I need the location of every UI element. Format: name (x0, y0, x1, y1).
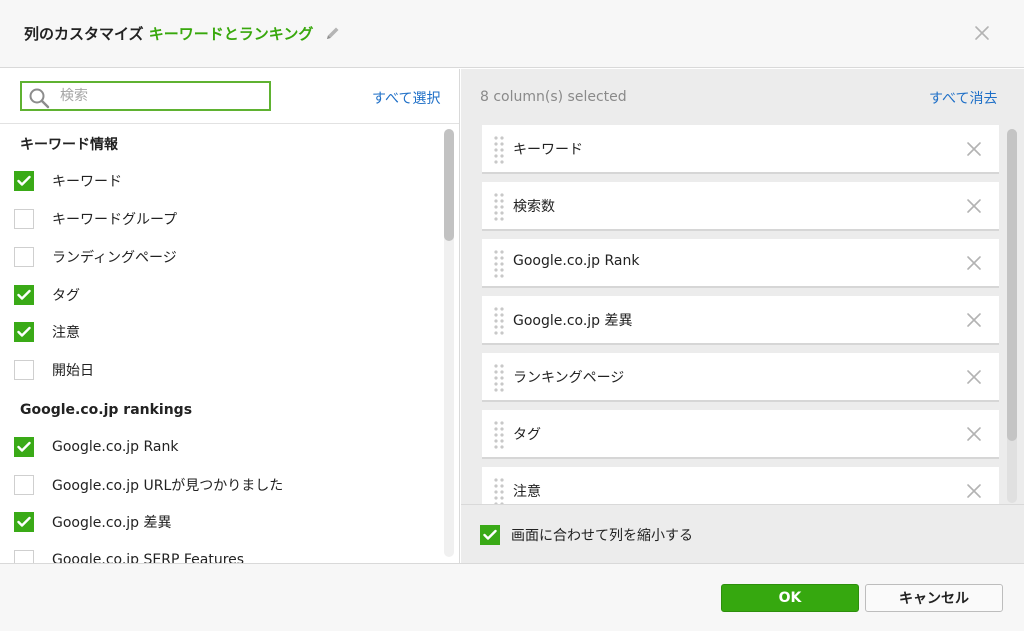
selected-item-note[interactable]: 注意 (482, 467, 999, 504)
remove-icon[interactable] (965, 197, 983, 215)
option-label: Google.co.jp 差異 (52, 515, 172, 531)
checkbox[interactable] (480, 525, 500, 545)
option-label: Google.co.jp SERP Features (52, 552, 245, 563)
clear-all-link[interactable]: すべて消去 (929, 88, 997, 108)
option-google-serp-features[interactable]: Google.co.jp SERP Features (14, 549, 244, 563)
pencil-icon[interactable] (325, 25, 341, 45)
selected-item-label: ランキングページ (513, 370, 625, 386)
cancel-button[interactable]: キャンセル (865, 584, 1003, 612)
selected-item-ranking-page[interactable]: ランキングページ (482, 353, 999, 402)
drag-handle-icon[interactable] (494, 420, 504, 450)
checkbox[interactable] (14, 437, 34, 457)
selected-columns-panel: 8 column(s) selected すべて消去 キーワード 検索数 Goo… (461, 69, 1024, 563)
selected-item-label: Google.co.jp 差異 (513, 313, 633, 329)
checkbox[interactable] (14, 285, 34, 305)
selected-item-tag[interactable]: タグ (482, 410, 999, 459)
dialog-title-prefix: 列のカスタマイズ (24, 25, 144, 43)
scrollbar-thumb[interactable] (1007, 129, 1017, 441)
selected-item-label: キーワード (513, 142, 583, 158)
selected-columns-list[interactable]: キーワード 検索数 Google.co.jp Rank Google.co.jp… (461, 125, 1024, 504)
checkbox[interactable] (14, 209, 34, 229)
group-title-google-rankings: Google.co.jp rankings (20, 402, 193, 418)
search-input[interactable] (60, 86, 260, 106)
drag-handle-icon[interactable] (494, 363, 504, 393)
option-label: ランディングページ (52, 250, 177, 266)
option-keyword-group[interactable]: キーワードグループ (14, 208, 177, 230)
remove-icon[interactable] (965, 425, 983, 443)
checkbox[interactable] (14, 322, 34, 342)
remove-icon[interactable] (965, 368, 983, 386)
select-all-link[interactable]: すべて選択 (372, 88, 440, 108)
option-label: キーワード (52, 174, 122, 190)
checkbox[interactable] (14, 475, 34, 495)
option-label: タグ (52, 288, 80, 304)
group-title-keyword-info: キーワード情報 (20, 137, 118, 153)
option-tag[interactable]: タグ (14, 284, 80, 306)
checkbox[interactable] (14, 550, 34, 563)
drag-handle-icon[interactable] (494, 192, 504, 222)
selected-item-google-diff[interactable]: Google.co.jp 差異 (482, 296, 999, 345)
option-label: Google.co.jp Rank (52, 439, 179, 455)
dialog-title: 列のカスタマイズ キーワードとランキング (24, 23, 341, 45)
remove-icon[interactable] (965, 311, 983, 329)
option-google-url-found[interactable]: Google.co.jp URLが見つかりました (14, 474, 283, 496)
option-keyword[interactable]: キーワード (14, 170, 122, 192)
search-icon (29, 88, 50, 109)
option-landing-page[interactable]: ランディングページ (14, 246, 177, 268)
selected-item-keyword[interactable]: キーワード (482, 125, 999, 174)
selected-item-label: Google.co.jp Rank (513, 253, 640, 269)
search-bar: すべて選択 (0, 69, 459, 124)
selected-count: 8 column(s) selected (480, 89, 627, 105)
remove-icon[interactable] (965, 140, 983, 158)
drag-handle-icon[interactable] (494, 477, 504, 504)
option-note[interactable]: 注意 (14, 321, 80, 343)
drag-handle-icon[interactable] (494, 306, 504, 336)
scrollbar-thumb[interactable] (444, 129, 454, 241)
option-google-diff[interactable]: Google.co.jp 差異 (14, 511, 172, 533)
search-field[interactable] (20, 81, 271, 111)
available-columns-panel: すべて選択 キーワード情報 キーワード キーワードグループ ランディングページ … (0, 69, 460, 563)
close-icon[interactable] (969, 20, 995, 46)
checkbox[interactable] (14, 360, 34, 380)
checkbox[interactable] (14, 247, 34, 267)
selected-item-label: タグ (513, 427, 541, 443)
selected-header: 8 column(s) selected すべて消去 (461, 69, 1024, 124)
ok-button[interactable]: OK (721, 584, 859, 612)
remove-icon[interactable] (965, 254, 983, 272)
fit-to-screen-option[interactable]: 画面に合わせて列を縮小する (480, 525, 693, 545)
selected-item-search-volume[interactable]: 検索数 (482, 182, 999, 231)
remove-icon[interactable] (965, 482, 983, 500)
fit-to-screen-label: 画面に合わせて列を縮小する (511, 528, 693, 544)
selected-item-google-rank[interactable]: Google.co.jp Rank (482, 239, 999, 288)
dialog-header: 列のカスタマイズ キーワードとランキング (0, 0, 1024, 68)
selected-item-label: 検索数 (513, 199, 555, 215)
drag-handle-icon[interactable] (494, 249, 504, 279)
column-options-list[interactable]: キーワード情報 キーワード キーワードグループ ランディングページ タグ 注意 … (0, 125, 459, 563)
option-label: Google.co.jp URLが見つかりました (52, 478, 284, 494)
option-label: 開始日 (52, 363, 94, 379)
option-label: キーワードグループ (52, 212, 178, 228)
option-google-rank[interactable]: Google.co.jp Rank (14, 436, 179, 458)
fit-to-screen-bar: 画面に合わせて列を縮小する (461, 504, 1024, 563)
checkbox[interactable] (14, 171, 34, 191)
option-label: 注意 (52, 325, 80, 341)
dialog-footer: OK キャンセル (0, 563, 1024, 631)
option-start-date[interactable]: 開始日 (14, 359, 94, 381)
dialog-title-project: キーワードとランキング (148, 25, 314, 43)
selected-item-label: 注意 (513, 484, 541, 500)
drag-handle-icon[interactable] (494, 135, 504, 165)
checkbox[interactable] (14, 512, 34, 532)
